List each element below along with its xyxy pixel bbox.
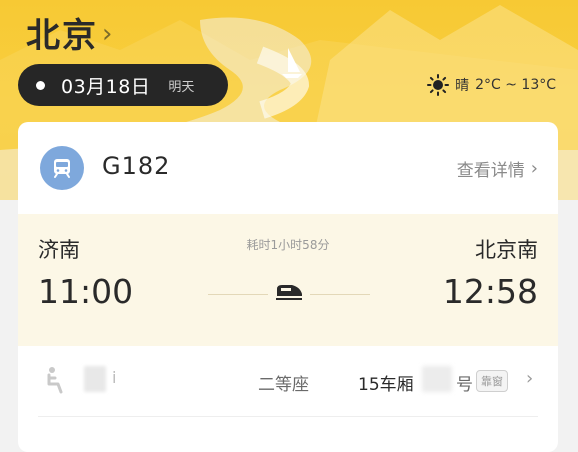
temperature-range: 2°C ~ 13°C: [475, 77, 556, 93]
train-icon: [40, 146, 84, 190]
window-seat-badge: 靠窗: [476, 370, 508, 392]
date-pill[interactable]: 03月18日 明天: [18, 64, 228, 106]
seat-class: 二等座: [258, 375, 309, 395]
weather-info: 晴 2°C ~ 13°C: [427, 74, 556, 96]
route-line-right: [310, 294, 370, 295]
travel-date: 03月18日: [61, 75, 151, 98]
ticket-card: G182 查看详情 › 济南 11:00 耗时1小时58分 北京南 12:58: [18, 122, 558, 452]
obscured-passenger-name: [84, 366, 106, 392]
arrival-station: 北京南: [475, 238, 538, 262]
relative-day: 明天: [168, 79, 195, 95]
passenger-seat-row[interactable]: i 二等座 15车厢 号 靠窗 ›: [18, 348, 558, 418]
bullet-train-icon: [274, 280, 304, 308]
city-selector[interactable]: 北京 ›: [26, 8, 112, 57]
obscured-text: i: [112, 368, 117, 387]
weather-condition: 晴: [455, 78, 470, 94]
chevron-right-icon: ›: [530, 158, 538, 179]
departure-time: 11:00: [38, 272, 134, 311]
seat-number-suffix: 号: [456, 375, 473, 395]
carriage-number: 15车厢: [358, 375, 414, 395]
view-details-label: 查看详情: [456, 161, 525, 181]
chevron-right-icon: ›: [526, 368, 534, 389]
divider: [38, 416, 538, 417]
obscured-seat-number: [422, 366, 452, 392]
route-line-left: [208, 294, 268, 295]
sun-icon: [427, 74, 450, 96]
chevron-right-icon: ›: [102, 18, 113, 49]
arrival-time: 12:58: [442, 272, 538, 311]
train-header: G182 查看详情 ›: [18, 122, 558, 212]
passenger-icon: [44, 366, 66, 398]
train-number: G182: [102, 152, 171, 180]
city-name: 北京: [26, 16, 98, 56]
route-section: 济南 11:00 耗时1小时58分 北京南 12:58: [18, 214, 558, 346]
view-details-link[interactable]: 查看详情 ›: [457, 156, 538, 181]
dot-icon: [36, 80, 45, 90]
